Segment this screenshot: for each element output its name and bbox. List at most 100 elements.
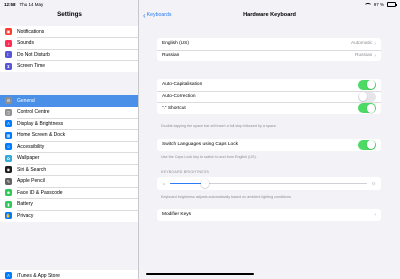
sidebar-item-label: Display & Brightness: [17, 120, 64, 127]
sun-large-icon: ☼: [370, 180, 376, 187]
sidebar-item-accessibility[interactable]: ☺ Accessibility: [0, 141, 138, 153]
back-button-label: Keyboards: [146, 12, 172, 18]
home-screen-icon: ▦: [5, 131, 12, 139]
sidebar-item-display-brightness[interactable]: A Display & Brightness: [0, 118, 138, 130]
language-value-text: Russian: [354, 53, 373, 59]
period-shortcut-row: “.” Shortcut: [157, 102, 381, 114]
sidebar-item-do-not-disturb[interactable]: ☾ Do Not Disturb: [0, 49, 138, 61]
sidebar-item-wallpaper[interactable]: ✿ Wallpaper: [0, 153, 138, 165]
pencil-icon: ✎: [5, 177, 12, 185]
control-centre-icon: ◫: [5, 108, 12, 116]
status-right: 97 %: [364, 2, 397, 7]
language-label: Russian: [162, 53, 180, 59]
sidebar-item-label: Privacy: [17, 212, 34, 219]
sidebar-item-label: Wallpaper: [17, 155, 40, 162]
caps-lock-label: Switch Languages using Caps Lock: [162, 142, 238, 148]
chevron-right-icon: ›: [374, 40, 376, 47]
language-value: Russian ›: [355, 53, 376, 59]
sidebar-item-label: Battery: [17, 201, 33, 208]
sidebar-item-itunes-app-store[interactable]: AiTunes & App Store: [0, 270, 138, 279]
sidebar-item-label: Sounds: [17, 40, 34, 47]
sidebar-item-face-id-passcode[interactable]: ☻ Face ID & Passcode: [0, 187, 138, 199]
sidebar-item-sounds[interactable]: ♪ Sounds: [0, 38, 138, 50]
sidebar-item-home-screen-dock[interactable]: ▦ Home Screen & Dock: [0, 130, 138, 142]
battery-percent: 97 %: [373, 2, 384, 7]
accessibility-icon: ☺: [5, 143, 12, 151]
modifier-keys-row[interactable]: Modifier Keys ›: [157, 209, 381, 221]
brightness-group: ☼ ☼: [157, 177, 381, 190]
display-icon: A: [5, 120, 12, 128]
face-id-icon: ☻: [5, 189, 12, 197]
caps-lock-toggle[interactable]: [358, 139, 376, 150]
status-date: Thu 14 May: [19, 2, 44, 7]
language-value-text: Automatic: [350, 41, 373, 47]
brightness-slider-fill: [169, 182, 206, 185]
notifications-icon: ▣: [5, 28, 12, 36]
status-bar: 12:58 Thu 14 May 97 %: [0, 0, 400, 9]
sidebar-item-label: Face ID & Passcode: [17, 189, 63, 196]
chevron-left-icon: ‹: [143, 10, 146, 20]
language-row-russian[interactable]: Russian Russian ›: [157, 49, 381, 62]
sidebar-item-battery[interactable]: ▮ Battery: [0, 199, 138, 211]
sun-small-icon: ☼: [162, 181, 166, 186]
auto-capitalisation-toggle[interactable]: [358, 79, 376, 90]
sidebar-group-general: ⚙ General ◫ Control Centre A Display & Bright…: [0, 95, 138, 222]
sidebar-item-label: Do Not Disturb: [17, 51, 50, 58]
sidebar-item-siri-search[interactable]: ◉ Siri & Search: [0, 164, 138, 176]
options-footer: Double-tapping the space bar will insert…: [161, 124, 277, 128]
chevron-right-icon: ›: [374, 52, 376, 59]
languages-group: English (US) Automatic › Russian Russian…: [157, 38, 381, 61]
toggle-knob: [366, 80, 376, 90]
settings-sidebar: Settings ▣ Notifications ♪ Sounds ☾ Do Not Di…: [0, 0, 139, 279]
brightness-slider-row: ☼ ☼: [157, 177, 381, 190]
modifier-keys-label: Modifier Keys: [162, 212, 192, 218]
sidebar-item-label: Screen Time: [17, 63, 46, 70]
sidebar-item-privacy[interactable]: ✋ Privacy: [0, 210, 138, 222]
sidebar-item-label: Notifications: [17, 28, 45, 35]
modifier-keys-group: Modifier Keys ›: [157, 209, 381, 221]
sidebar-item-screen-time[interactable]: ⧗ Screen Time: [0, 61, 138, 73]
auto-correction-label: Auto-Correction: [162, 94, 196, 100]
auto-capitalisation-label: Auto-Capitalisation: [162, 82, 203, 88]
brightness-slider[interactable]: [169, 179, 367, 188]
home-indicator: [146, 273, 254, 275]
sidebar-item-label: Home Screen & Dock: [17, 132, 66, 139]
sounds-icon: ♪: [5, 39, 12, 47]
brightness-slider-thumb[interactable]: [200, 179, 210, 188]
privacy-hand-icon: ✋: [5, 212, 12, 220]
status-time: 12:58: [4, 2, 16, 7]
brightness-header: KEYBOARD BRIGHTNESS: [161, 170, 210, 174]
sidebar-group-store: AiTunes & App Store: [0, 270, 138, 279]
brightness-footer: Keyboard brightness adjusts automaticall…: [161, 195, 292, 199]
auto-capitalisation-row: Auto-Capitalisation: [157, 79, 381, 91]
sidebar-group-notifications: ▣ Notifications ♪ Sounds ☾ Do Not Disturb ⧗ Scr…: [0, 26, 138, 73]
wifi-icon: [364, 2, 371, 7]
caps-lock-footer: Use the Caps Lock key to switch to and f…: [161, 155, 257, 159]
language-row-english[interactable]: English (US) Automatic ›: [157, 38, 381, 50]
wallpaper-icon: ✿: [5, 154, 12, 162]
sidebar-item-notifications[interactable]: ▣ Notifications: [0, 26, 138, 38]
sidebar-item-control-centre[interactable]: ◫ Control Centre: [0, 107, 138, 119]
caps-lock-row: Switch Languages using Caps Lock: [157, 139, 381, 151]
app-store-icon: A: [5, 272, 12, 279]
auto-correction-row: Auto-Correction: [157, 90, 381, 103]
sidebar-item-general[interactable]: ⚙ General: [0, 95, 138, 107]
sidebar-item-label: Siri & Search: [17, 166, 47, 173]
auto-correction-toggle[interactable]: [358, 91, 376, 102]
sidebar-title: Settings: [57, 11, 82, 18]
sidebar-item-label: iTunes & App Store: [17, 272, 60, 279]
sidebar-item-label: Control Centre: [17, 109, 50, 116]
battery-icon: [387, 2, 397, 7]
toggle-knob: [358, 92, 368, 102]
sidebar-item-label: General: [17, 97, 35, 104]
back-button[interactable]: ‹ Keyboards: [143, 10, 172, 20]
chevron-right-icon: ›: [374, 211, 376, 218]
hourglass-icon: ⧗: [5, 62, 12, 70]
period-shortcut-toggle[interactable]: [358, 103, 376, 114]
toggle-knob: [366, 103, 376, 113]
toggle-knob: [366, 140, 376, 150]
sidebar-item-label: Accessibility: [17, 143, 45, 150]
siri-icon: ◉: [5, 166, 12, 174]
sidebar-item-apple-pencil[interactable]: ✎ Apple Pencil: [0, 176, 138, 188]
period-shortcut-label: “.” Shortcut: [162, 105, 186, 111]
